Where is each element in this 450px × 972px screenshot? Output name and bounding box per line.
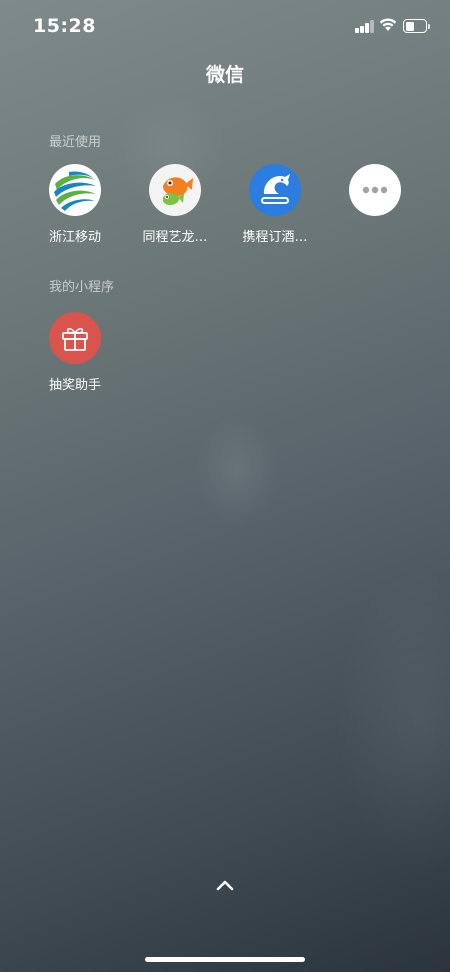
ctrip-dolphin-logo-icon [249, 164, 301, 216]
wifi-icon [379, 18, 397, 31]
status-bar: 15:28 [0, 0, 450, 52]
battery-icon [403, 19, 430, 33]
app-label: 同程艺龙… [142, 230, 208, 245]
app-item-ctrip[interactable]: 携程订酒… [235, 164, 315, 245]
more-dots-icon [349, 164, 401, 216]
app-label: 抽奖助手 [48, 378, 101, 393]
status-time: 15:28 [33, 15, 96, 37]
more-button[interactable] [335, 164, 415, 226]
section-label-recent: 最近使用 [49, 135, 102, 150]
app-item-zhejiang-mobile[interactable]: 浙江移动 [35, 164, 115, 245]
cellular-signal-icon [355, 20, 375, 33]
app-label: 携程订酒… [242, 230, 308, 245]
page-title: 微信 [205, 64, 244, 86]
gift-icon [49, 312, 101, 364]
app-label: 浙江移动 [48, 230, 101, 245]
china-mobile-logo-icon [49, 164, 101, 216]
chevron-up-icon[interactable] [215, 878, 235, 892]
tongcheng-fish-logo-icon [149, 164, 201, 216]
app-item-tongcheng[interactable]: 同程艺龙… [135, 164, 215, 245]
home-indicator[interactable] [145, 957, 305, 962]
section-label-mine: 我的小程序 [49, 280, 115, 295]
app-item-lottery-assistant[interactable]: 抽奖助手 [35, 312, 115, 393]
